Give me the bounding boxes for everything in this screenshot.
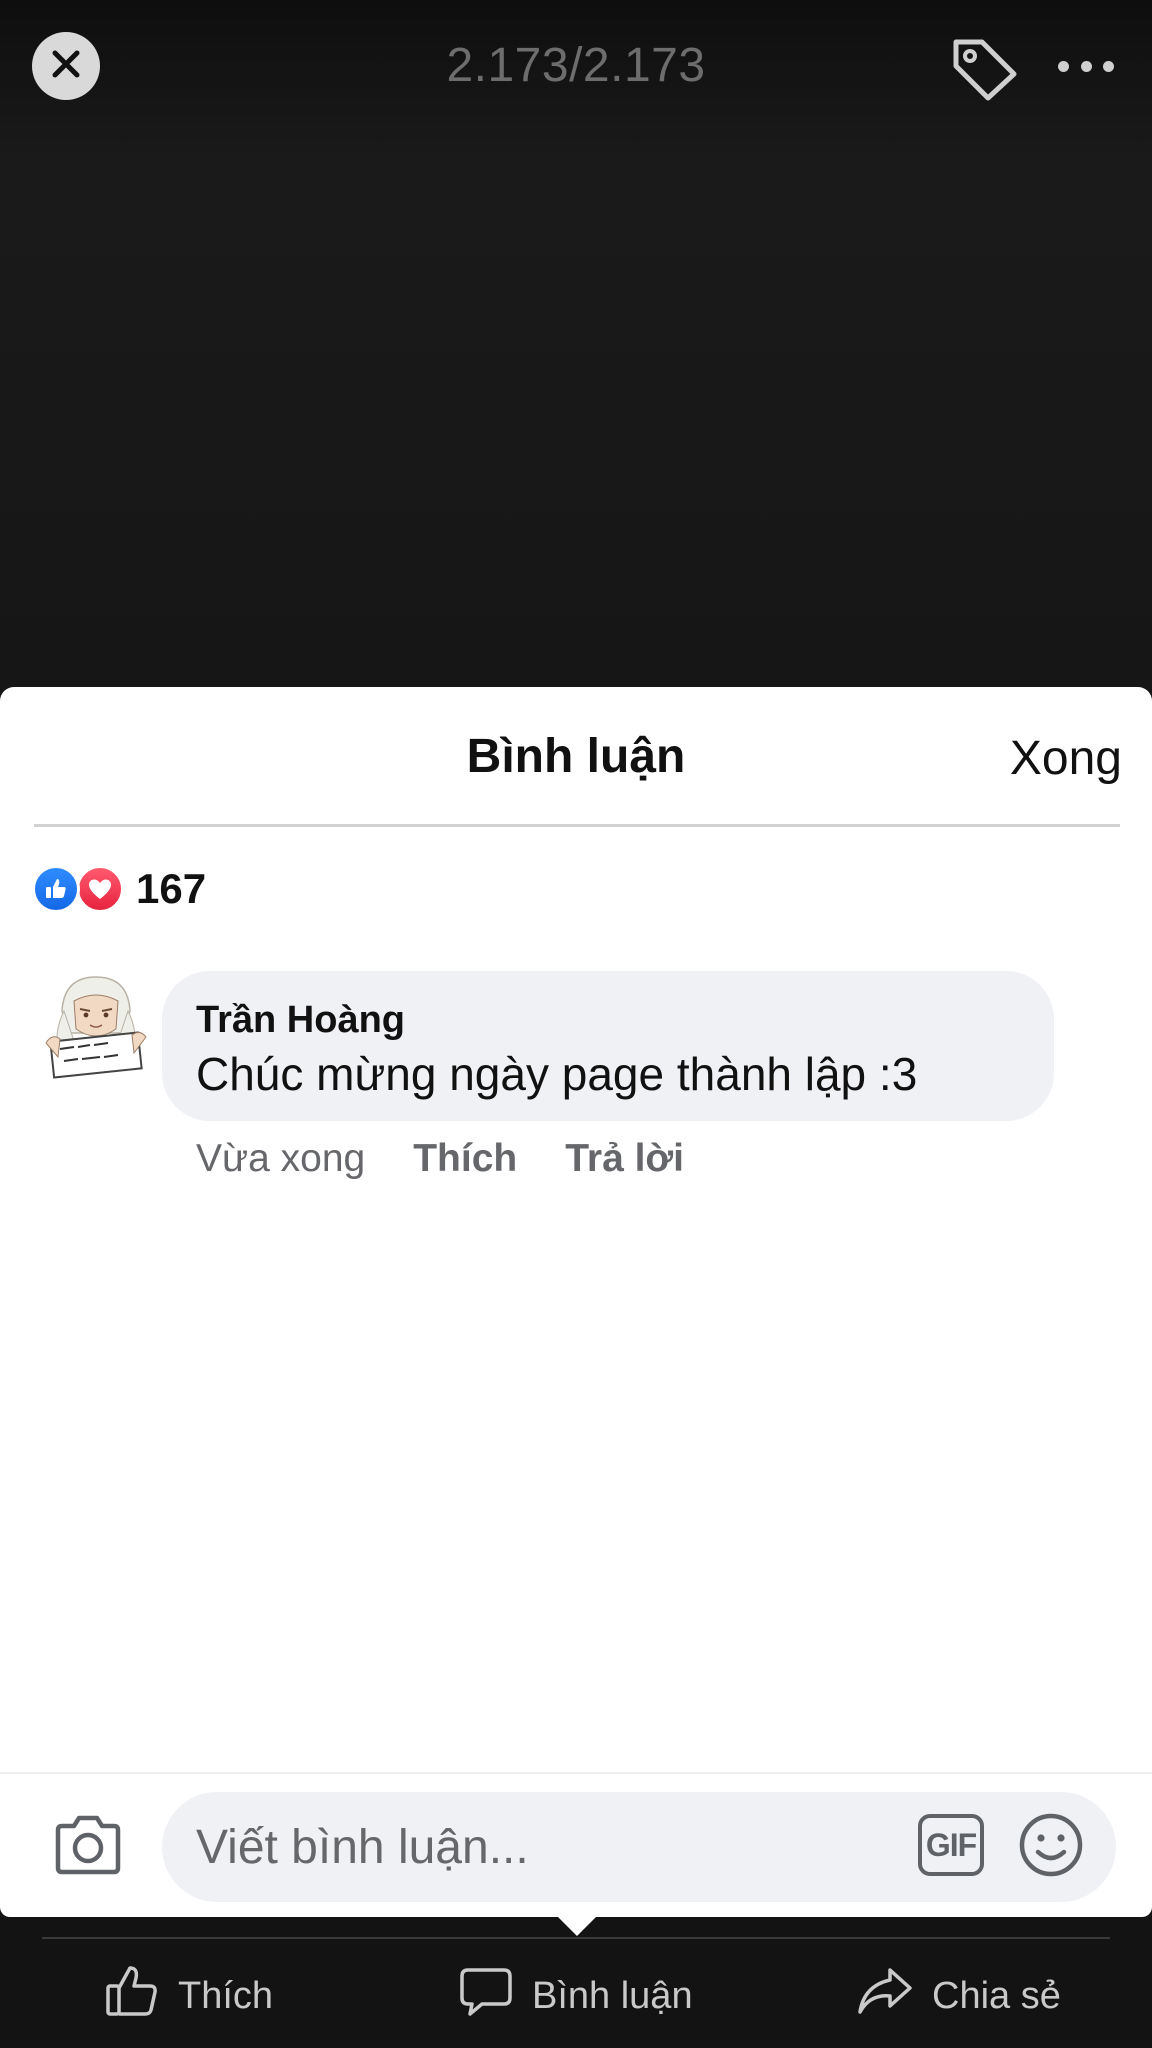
more-icon <box>1058 60 1069 72</box>
comment-input[interactable]: Viết bình luận... GIF <box>162 1792 1116 1902</box>
action-bar: Thích Bình luận Chia sẻ <box>0 1940 1152 2048</box>
comment-icon <box>458 1964 532 2028</box>
like-reaction-icon <box>32 865 80 913</box>
share-label: Chia sẻ <box>932 1974 1061 2017</box>
comment-meta: Vừa xong Thích Trả lời <box>196 1137 684 1181</box>
love-reaction-icon <box>76 865 124 913</box>
tag-button[interactable] <box>948 34 1020 102</box>
action-bar-divider <box>42 1937 1110 1939</box>
sheet-title: Bình luận <box>466 730 686 783</box>
avatar[interactable] <box>44 971 148 1081</box>
header-divider <box>34 824 1120 827</box>
emoji-icon <box>1018 1813 1084 1882</box>
like-label: Thích <box>178 1974 274 2017</box>
more-options-button[interactable] <box>1058 46 1114 86</box>
thumbs-up-icon <box>104 1964 178 2028</box>
comment-label: Bình luận <box>532 1974 693 2017</box>
comment-composer: Viết bình luận... GIF <box>0 1772 1152 1917</box>
camera-icon <box>52 1815 124 1882</box>
comment-text: Chúc mừng ngày page thành lập :3 <box>196 1048 918 1100</box>
comment-author[interactable]: Trần Hoàng <box>196 999 405 1042</box>
sheet-header: Bình luận Xong <box>0 687 1152 827</box>
photo-viewer: 2.173/2.173 <box>0 0 1152 700</box>
comment-timestamp: Vừa xong <box>196 1137 366 1180</box>
tag-icon <box>948 39 1020 106</box>
sheet-pointer <box>557 1916 597 1936</box>
comments-sheet: Bình luận Xong 167 Trần Hoàng Chúc mừng … <box>0 687 1152 1917</box>
reaction-count: 167 <box>136 865 207 912</box>
done-button[interactable]: Xong <box>1010 731 1122 786</box>
like-button[interactable]: Thích <box>104 1966 273 2026</box>
reactions-summary[interactable]: 167 <box>32 865 206 913</box>
comment-bubble[interactable]: Trần Hoàng Chúc mừng ngày page thành lập… <box>162 971 1054 1121</box>
gif-icon: GIF <box>925 1826 977 1863</box>
gif-button[interactable]: GIF <box>918 1814 984 1876</box>
comment-button[interactable]: Bình luận <box>458 1966 693 2026</box>
comment-input-placeholder: Viết bình luận... <box>196 1821 529 1874</box>
share-button[interactable]: Chia sẻ <box>856 1966 1061 2026</box>
camera-button[interactable] <box>52 1812 124 1878</box>
comment-reply-button[interactable]: Trả lời <box>565 1137 684 1181</box>
comment-like-button[interactable]: Thích <box>413 1137 517 1181</box>
share-icon <box>856 1964 932 2028</box>
emoji-button[interactable] <box>1018 1812 1084 1878</box>
